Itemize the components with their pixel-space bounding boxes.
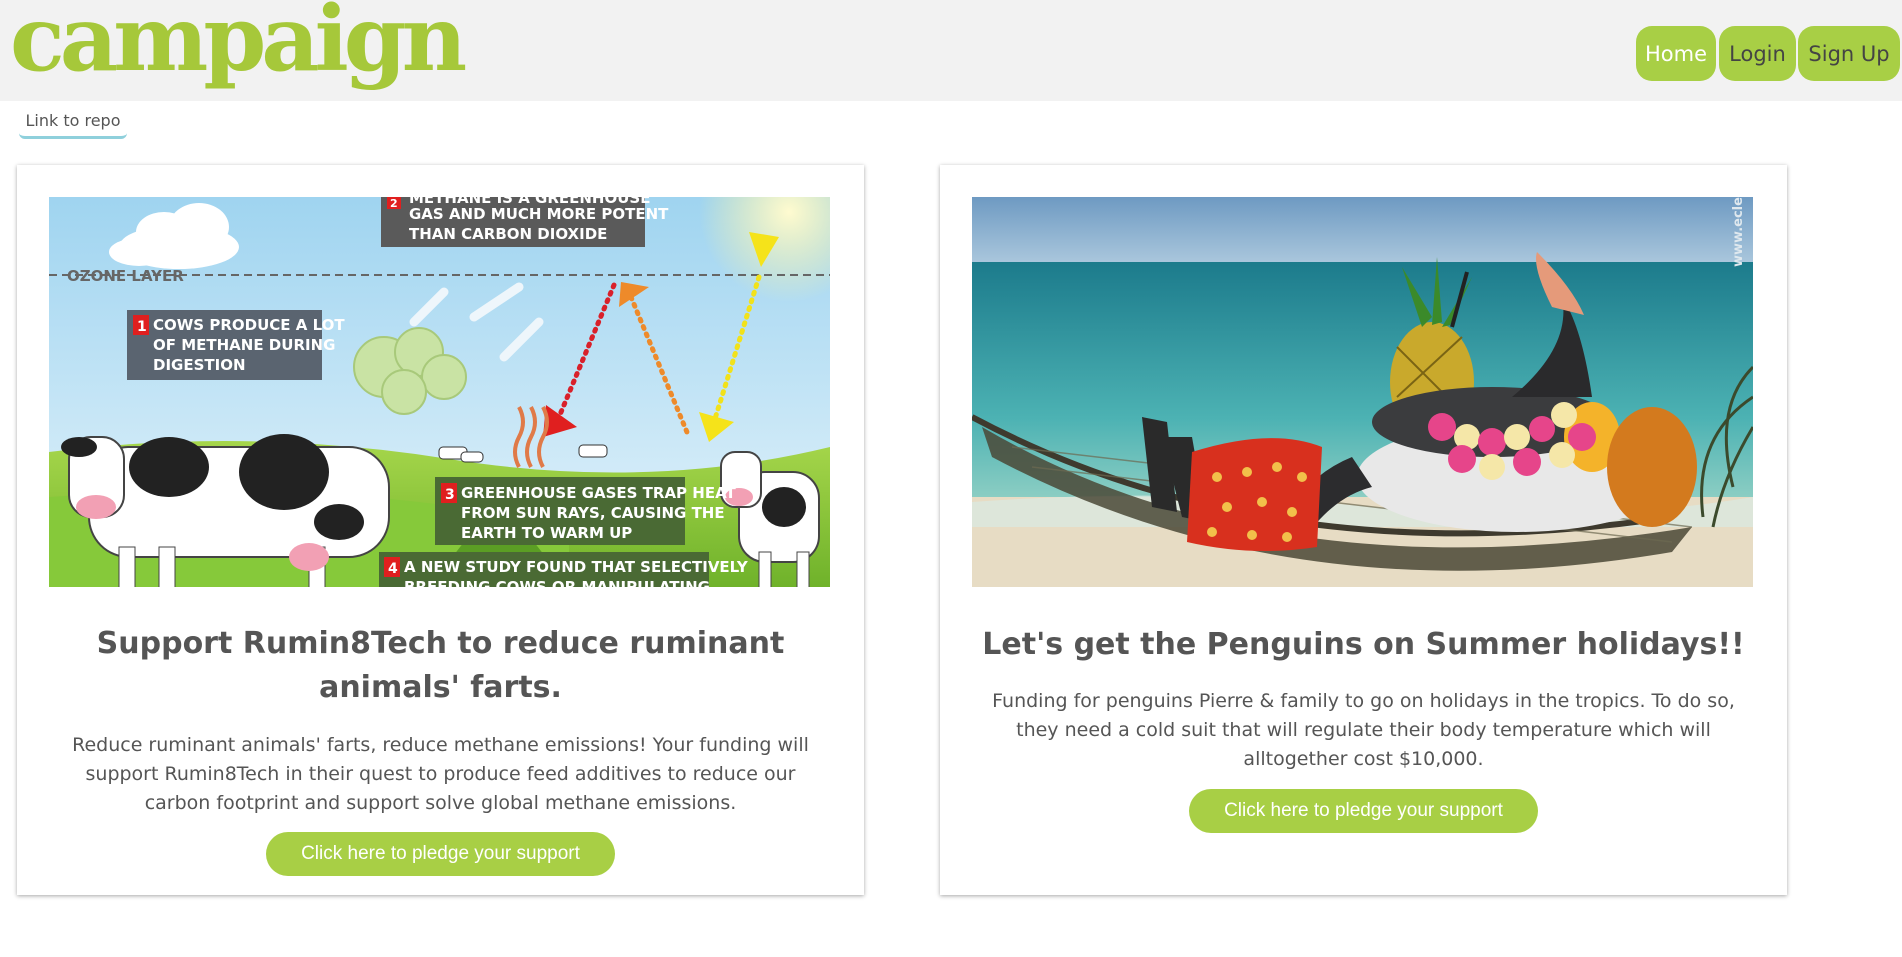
- site-header: campaign Home Login Sign Up: [0, 0, 1902, 101]
- step1-line1: COWS PRODUCE A LOT: [153, 316, 345, 334]
- step4-line2: BREEDING COWS OR MANIPULATING: [404, 578, 710, 587]
- campaign-card-penguins: www.ecle Let's get the Penguins on Summe…: [940, 165, 1787, 895]
- pledge-button[interactable]: Click here to pledge your support: [1189, 789, 1538, 833]
- nav-signup-button[interactable]: Sign Up: [1798, 26, 1900, 81]
- step1-number: 1: [137, 319, 147, 335]
- ozone-layer-label: OZONE LAYER: [67, 267, 184, 285]
- step3-line2: FROM SUN RAYS, CAUSING THE: [461, 504, 725, 522]
- campaign-description: Reduce ruminant animals' farts, reduce m…: [72, 734, 809, 814]
- nav-login-button[interactable]: Login: [1719, 26, 1796, 81]
- step1-line3: DIGESTION: [153, 356, 246, 374]
- campaign-card-rumin8tech: OZONE LAYER 2 METHANE IS A GREENHOUSE GA…: [17, 165, 864, 895]
- step3-line3: EARTH TO WARM UP: [461, 524, 632, 542]
- image-watermark: www.ecle: [1731, 197, 1746, 267]
- methane-infographic-image: OZONE LAYER 2 METHANE IS A GREENHOUSE GA…: [49, 197, 830, 587]
- step2-number: 2: [390, 197, 398, 210]
- repo-link[interactable]: Link to repo: [19, 109, 127, 139]
- nav-home-button[interactable]: Home: [1636, 26, 1716, 81]
- site-logo[interactable]: campaign: [10, 0, 467, 84]
- campaign-description: Funding for penguins Pierre & family to …: [992, 690, 1735, 770]
- penguin-hammock-image: www.ecle: [972, 197, 1753, 587]
- pledge-button[interactable]: Click here to pledge your support: [266, 832, 615, 876]
- step2-line3: THAN CARBON DIOXIDE: [409, 225, 607, 243]
- step1-line2: OF METHANE DURING: [153, 336, 335, 354]
- step4-number: 4: [388, 561, 398, 577]
- step4-line1: A NEW STUDY FOUND THAT SELECTIVELY: [404, 558, 749, 576]
- campaign-title: Support Rumin8Tech to reduce ruminant an…: [96, 626, 785, 705]
- step2-line2: GAS AND MUCH MORE POTENT: [409, 205, 669, 223]
- step3-line1: GREENHOUSE GASES TRAP HEAT: [461, 484, 737, 502]
- step3-number: 3: [445, 487, 455, 503]
- campaign-title: Let's get the Penguins on Summer holiday…: [982, 627, 1745, 662]
